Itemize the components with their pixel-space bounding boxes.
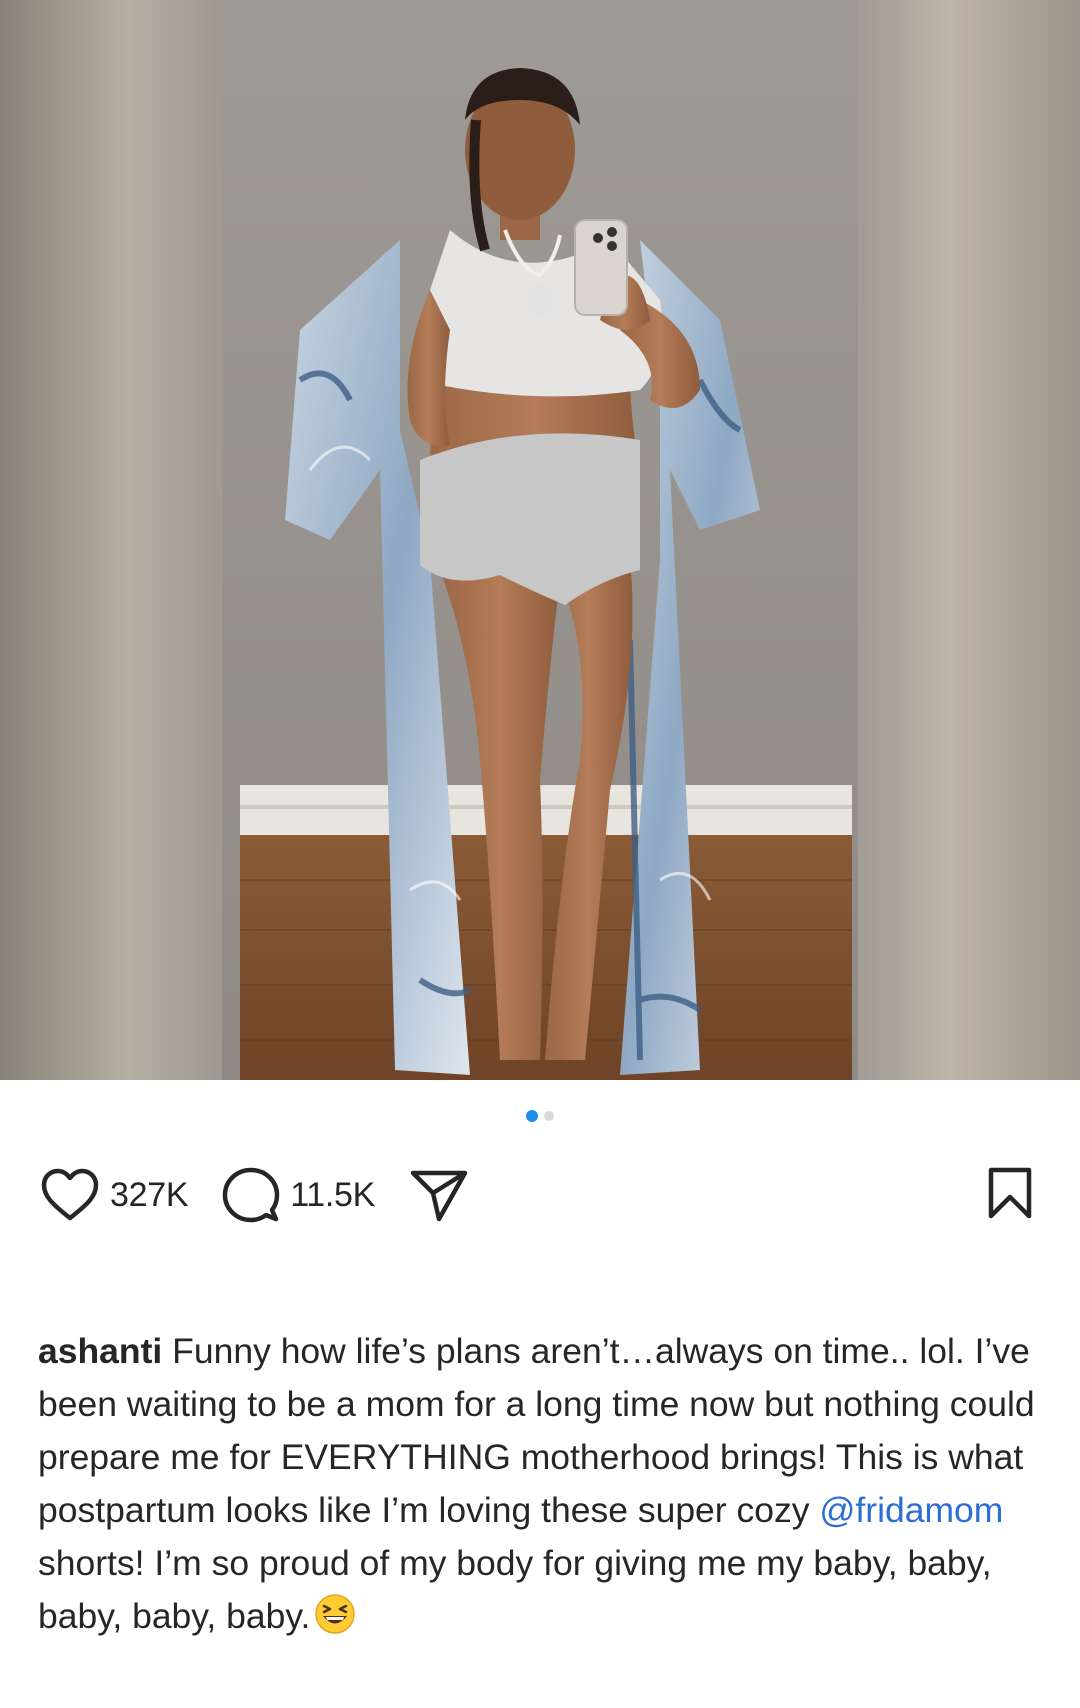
like-button[interactable]: 327K [40,1167,189,1223]
caption-username[interactable]: ashanti [38,1331,162,1371]
comment-bubble-icon [222,1166,280,1224]
mirror-selfie-illustration [222,0,858,1080]
save-button[interactable] [987,1166,1033,1225]
post-caption: ashanti Funny how life’s plans aren’t…al… [38,1325,1048,1650]
send-paper-plane-icon [409,1167,469,1223]
carousel-dot [544,1111,554,1121]
caption-mention-link[interactable]: @fridamom [819,1490,1003,1530]
heart-icon [40,1167,100,1223]
post-photo[interactable] [0,0,1080,1080]
carousel-indicator [0,1110,1080,1122]
comment-count: 11.5K [290,1175,376,1214]
carousel-dot-active [526,1110,538,1122]
caption-text-end: shorts! I’m so proud of my body for givi… [38,1543,992,1636]
like-count: 327K [110,1175,189,1214]
comment-button[interactable]: 11.5K [222,1166,375,1224]
post-action-bar: 327K 11.5K [40,1160,1040,1230]
share-button[interactable] [409,1167,469,1223]
grinning-squinting-face-emoji-icon [314,1593,356,1650]
bookmark-icon [987,1167,1033,1224]
